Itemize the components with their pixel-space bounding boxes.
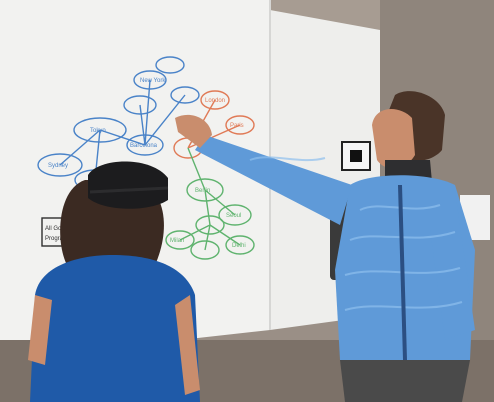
- woman-shirt: [30, 255, 200, 402]
- mixed-reality-scene: Tokyo Sydney Barcelona New York London P…: [0, 0, 494, 402]
- wb-label-2: Sydney: [48, 163, 68, 169]
- avatar-face: [372, 108, 415, 169]
- wb-label-7: Berlin: [195, 188, 210, 194]
- wb-label-4: New York: [140, 78, 166, 84]
- headset: [88, 161, 168, 209]
- wb-label-8: Seoul: [226, 213, 241, 219]
- wb-label-10: Delhi: [232, 243, 246, 249]
- marker-card-glyph: [350, 150, 362, 162]
- wb-label-9: Milan: [170, 238, 184, 244]
- avatar-pants: [340, 360, 470, 402]
- wb-label-1: Tokyo: [90, 128, 106, 134]
- wb-label-5: London: [205, 98, 225, 104]
- wb-label-6: Paris: [230, 123, 244, 129]
- scene-illustration: Tokyo Sydney Barcelona New York London P…: [0, 0, 494, 402]
- wb-label-3: Barcelona: [130, 143, 158, 149]
